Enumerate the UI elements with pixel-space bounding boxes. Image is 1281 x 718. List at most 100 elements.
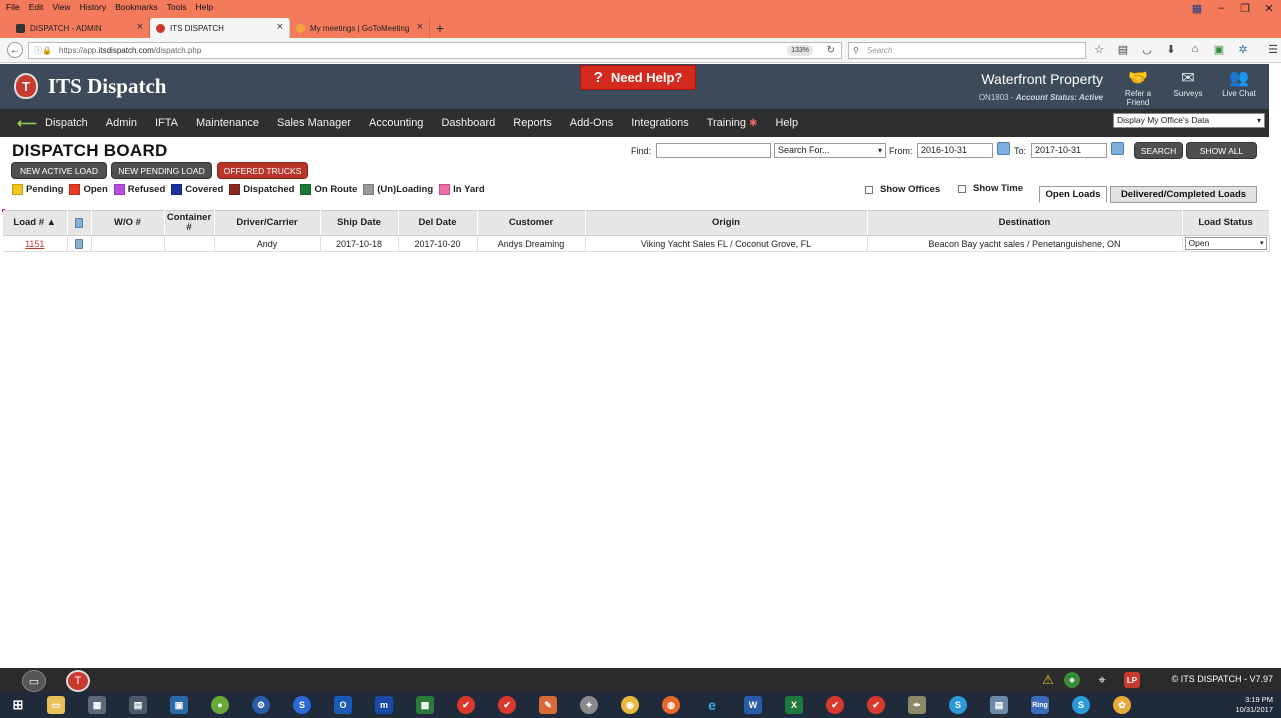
menu-history[interactable]: History bbox=[80, 2, 106, 12]
app-m-icon[interactable]: m bbox=[375, 696, 393, 714]
nav-dashboard[interactable]: Dashboard bbox=[432, 117, 504, 129]
skype-icon[interactable]: S bbox=[949, 696, 967, 714]
check-app-icon[interactable]: ✔ bbox=[457, 696, 475, 714]
from-date-input[interactable]: 2016-10-31 bbox=[917, 143, 993, 158]
windows-start-icon[interactable]: ⊞ bbox=[9, 696, 27, 714]
menu-help[interactable]: Help bbox=[195, 2, 212, 12]
menu-file[interactable]: File bbox=[6, 2, 20, 12]
chrome-icon[interactable]: ◉ bbox=[621, 696, 639, 714]
status-icon[interactable]: ● bbox=[1064, 672, 1080, 688]
find-input[interactable] bbox=[656, 143, 771, 158]
tab-its-dispatch[interactable]: ITS DISPATCH × bbox=[150, 18, 290, 38]
close-icon[interactable]: × bbox=[137, 21, 143, 33]
col-load-status[interactable]: Load Status bbox=[1182, 210, 1270, 236]
back-arrow-icon[interactable]: ⟵ bbox=[17, 115, 37, 132]
load-status-select[interactable]: Open ▾ bbox=[1184, 237, 1267, 250]
close-window-button[interactable]: ✕ bbox=[1257, 0, 1281, 16]
app-logo-text[interactable]: ITS Dispatch bbox=[48, 74, 166, 99]
tool-icon[interactable]: ✦ bbox=[580, 696, 598, 714]
refer-a-friend-button[interactable]: 🤝 Refer a Friend bbox=[1118, 70, 1158, 107]
excel-icon[interactable]: X bbox=[785, 696, 803, 714]
tab-dispatch-admin[interactable]: DISPATCH - ADMIN × bbox=[10, 18, 150, 38]
browser-search-input[interactable]: ⚲ Search bbox=[848, 42, 1086, 59]
col-container-number[interactable]: Container # bbox=[164, 210, 215, 236]
checkbox-box[interactable] bbox=[865, 185, 873, 194]
live-chat-button[interactable]: 👥 Live Chat bbox=[1219, 70, 1259, 98]
media-icon[interactable]: ▤ bbox=[129, 696, 147, 714]
clipboard-cell[interactable] bbox=[67, 235, 92, 252]
menu-bookmarks[interactable]: Bookmarks bbox=[115, 2, 158, 12]
calendar-app-icon[interactable]: ▣ bbox=[170, 696, 188, 714]
check-app-icon[interactable]: ✔ bbox=[498, 696, 516, 714]
nav-help[interactable]: Help bbox=[766, 117, 807, 129]
need-help-button[interactable]: ? Need Help? bbox=[580, 65, 696, 90]
pocket-icon[interactable]: ◡ bbox=[1140, 43, 1154, 56]
project-icon[interactable]: ▩ bbox=[416, 696, 434, 714]
show-time-checkbox[interactable]: Show Time bbox=[958, 183, 1023, 194]
close-icon[interactable]: × bbox=[417, 21, 423, 33]
col-destination[interactable]: Destination bbox=[867, 210, 1183, 236]
to-date-input[interactable]: 2017-10-31 bbox=[1031, 143, 1107, 158]
calendar-icon[interactable] bbox=[997, 142, 1010, 155]
office-data-select[interactable]: Display My Office's Data ▾ bbox=[1113, 113, 1265, 128]
nav-sales-manager[interactable]: Sales Manager bbox=[268, 117, 360, 129]
pen-tool-icon[interactable]: ✒ bbox=[908, 696, 926, 714]
col-load-number[interactable]: Load # ▲ bbox=[3, 210, 68, 236]
outlook-icon[interactable]: O bbox=[334, 696, 352, 714]
file-explorer-icon[interactable]: ▭ bbox=[47, 696, 65, 714]
back-arrow-icon[interactable]: ← bbox=[7, 42, 23, 58]
search-for-select[interactable]: Search For... ▾ bbox=[774, 143, 886, 158]
warning-icon[interactable]: ⚠ bbox=[1040, 672, 1056, 688]
crosshair-icon[interactable]: ⌖ bbox=[1094, 672, 1110, 688]
document-icon[interactable]: ▤ bbox=[990, 696, 1008, 714]
url-bar[interactable]: ⓘ🔒 https://app.itsdispatch.com/dispatch.… bbox=[28, 42, 842, 59]
nav-maintenance[interactable]: Maintenance bbox=[187, 117, 268, 129]
nav-reports[interactable]: Reports bbox=[504, 117, 561, 129]
word-icon[interactable]: W bbox=[744, 696, 762, 714]
its-logo-icon[interactable]: T bbox=[66, 670, 90, 692]
show-all-button[interactable]: SHOW ALL bbox=[1186, 142, 1257, 159]
internet-explorer-icon[interactable]: e bbox=[703, 696, 721, 714]
chat-app-icon[interactable]: ● bbox=[211, 696, 229, 714]
nav-training[interactable]: Training ✱ bbox=[698, 117, 767, 129]
bookmark-star-icon[interactable]: ☆ bbox=[1092, 43, 1106, 56]
nav-add-ons[interactable]: Add-Ons bbox=[561, 117, 622, 129]
home-icon[interactable]: ⌂ bbox=[1188, 43, 1202, 56]
check-app-icon[interactable]: ✔ bbox=[867, 696, 885, 714]
chat-bubble-icon[interactable]: ▭ bbox=[22, 670, 46, 692]
new-tab-button[interactable]: + bbox=[430, 18, 450, 38]
system-clock[interactable]: 3:19 PM 10/31/2017 bbox=[1235, 695, 1273, 715]
restore-button[interactable]: ❐ bbox=[1233, 0, 1257, 16]
settings-gear-icon[interactable]: ⚙ bbox=[252, 696, 270, 714]
show-offices-checkbox[interactable]: Show Offices bbox=[865, 184, 940, 195]
col-driver-carrier[interactable]: Driver/Carrier bbox=[214, 210, 321, 236]
ring-central-icon[interactable]: Ring bbox=[1031, 696, 1049, 714]
nav-accounting[interactable]: Accounting bbox=[360, 117, 432, 129]
new-active-load-button[interactable]: NEW ACTIVE LOAD bbox=[11, 162, 107, 179]
col-del-date[interactable]: Del Date bbox=[398, 210, 478, 236]
new-pending-load-button[interactable]: NEW PENDING LOAD bbox=[111, 162, 212, 179]
tab-gotomeeting[interactable]: My meetings | GoToMeeting × bbox=[290, 18, 430, 38]
col-ship-date[interactable]: Ship Date bbox=[320, 210, 399, 236]
display-icon[interactable]: ▦ bbox=[1185, 0, 1209, 16]
menu-view[interactable]: View bbox=[52, 2, 70, 12]
offered-trucks-button[interactable]: OFFERED TRUCKS bbox=[217, 162, 308, 179]
clipboard-icon[interactable] bbox=[75, 238, 83, 249]
gotomeeting-icon[interactable]: ✿ bbox=[1113, 696, 1131, 714]
search-button[interactable]: SEARCH bbox=[1134, 142, 1183, 159]
col-wo-number[interactable]: W/O # bbox=[91, 210, 165, 236]
tab-delivered-completed-loads[interactable]: Delivered/Completed Loads bbox=[1110, 186, 1257, 203]
reading-list-icon[interactable]: ▤ bbox=[1116, 43, 1130, 56]
surveys-button[interactable]: ✉ Surveys bbox=[1168, 70, 1208, 98]
lastpass-icon[interactable]: LP bbox=[1124, 672, 1140, 688]
calendar-icon[interactable] bbox=[1111, 142, 1124, 155]
skype-icon[interactable]: S bbox=[1072, 696, 1090, 714]
paint-icon[interactable]: ✎ bbox=[539, 696, 557, 714]
tab-open-loads[interactable]: Open Loads bbox=[1039, 186, 1107, 203]
calculator-icon[interactable]: ▦ bbox=[88, 696, 106, 714]
app-s-icon[interactable]: S bbox=[293, 696, 311, 714]
firefox-icon[interactable]: ◍ bbox=[662, 696, 680, 714]
checkbox-box[interactable] bbox=[958, 184, 966, 193]
col-origin[interactable]: Origin bbox=[585, 210, 868, 236]
extension-icon[interactable]: ▣ bbox=[1212, 43, 1226, 56]
